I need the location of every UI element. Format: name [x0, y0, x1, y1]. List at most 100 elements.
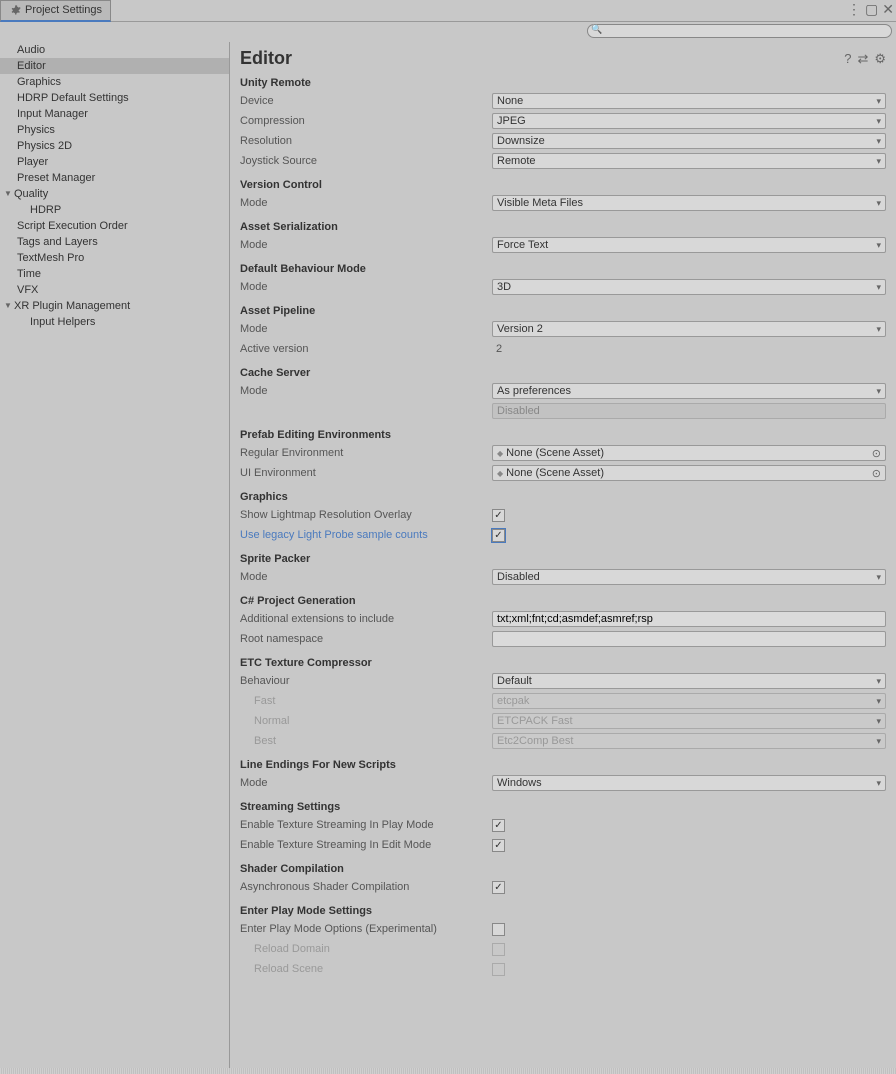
stream-edit-check[interactable]	[492, 839, 505, 852]
pe-regular-label: Regular Environment	[240, 447, 492, 459]
sidebar-item-quality[interactable]: ▼Quality	[0, 186, 229, 202]
help-icon[interactable]: ?	[844, 51, 851, 67]
etc-behaviour-label: Behaviour	[240, 675, 492, 687]
pe-regular-field[interactable]: None (Scene Asset)	[492, 445, 886, 461]
cs-status: Disabled	[492, 403, 886, 419]
db-mode-dropdown[interactable]: 3D	[492, 279, 886, 295]
sp-mode-dropdown[interactable]: Disabled	[492, 569, 886, 585]
pm-scene-label: Reload Scene	[240, 963, 492, 975]
ap-mode-label: Mode	[240, 323, 492, 335]
sidebar: Audio Editor Graphics HDRP Default Setti…	[0, 42, 230, 1074]
section-etc: ETC Texture Compressor	[240, 657, 886, 669]
section-csharp: C# Project Generation	[240, 595, 886, 607]
section-line-endings: Line Endings For New Scripts	[240, 759, 886, 771]
section-asset-serialization: Asset Serialization	[240, 221, 886, 233]
etc-normal-label: Normal	[240, 715, 492, 727]
window-tab[interactable]: Project Settings	[0, 0, 111, 22]
sidebar-item-xr[interactable]: ▼XR Plugin Management	[0, 298, 229, 314]
sidebar-item-vfx[interactable]: VFX	[0, 282, 229, 298]
section-unity-remote: Unity Remote	[240, 77, 886, 89]
cs-ns-input[interactable]	[492, 631, 886, 647]
ap-active-value: 2	[492, 343, 886, 355]
sidebar-item-editor[interactable]: Editor	[0, 58, 229, 74]
section-graphics: Graphics	[240, 491, 886, 503]
sidebar-item-preset-manager[interactable]: Preset Manager	[0, 170, 229, 186]
pe-ui-label: UI Environment	[240, 467, 492, 479]
gfx-lightmap-check[interactable]	[492, 509, 505, 522]
sidebar-item-tags-layers[interactable]: Tags and Layers	[0, 234, 229, 250]
pm-scene-check	[492, 963, 505, 976]
cs-ns-label: Root namespace	[240, 633, 492, 645]
cs-ext-input[interactable]	[492, 611, 886, 627]
etc-behaviour-dropdown[interactable]: Default	[492, 673, 886, 689]
sidebar-item-audio[interactable]: Audio	[0, 42, 229, 58]
sidebar-item-script-exec[interactable]: Script Execution Order	[0, 218, 229, 234]
section-version-control: Version Control	[240, 179, 886, 191]
section-default-behaviour: Default Behaviour Mode	[240, 263, 886, 275]
search-input[interactable]	[587, 24, 892, 38]
sidebar-item-hdrp-default[interactable]: HDRP Default Settings	[0, 90, 229, 106]
compression-dropdown[interactable]: JPEG	[492, 113, 886, 129]
joystick-label: Joystick Source	[240, 155, 492, 167]
pe-ui-field[interactable]: None (Scene Asset)	[492, 465, 886, 481]
as-mode-dropdown[interactable]: Force Text	[492, 237, 886, 253]
cs-mode-label: Mode	[240, 385, 492, 397]
gfx-lightprobe-check[interactable]	[492, 529, 505, 542]
etc-best-dropdown: Etc2Comp Best	[492, 733, 886, 749]
sidebar-item-graphics[interactable]: Graphics	[0, 74, 229, 90]
device-label: Device	[240, 95, 492, 107]
section-shader: Shader Compilation	[240, 863, 886, 875]
gear-icon	[9, 4, 21, 16]
sidebar-item-hdrp[interactable]: HDRP	[0, 202, 229, 218]
le-mode-label: Mode	[240, 777, 492, 789]
resolution-label: Resolution	[240, 135, 492, 147]
ap-active-label: Active version	[240, 343, 492, 355]
cs-ext-label: Additional extensions to include	[240, 613, 492, 625]
cs-mode-dropdown[interactable]: As preferences	[492, 383, 886, 399]
vc-mode-dropdown[interactable]: Visible Meta Files	[492, 195, 886, 211]
sidebar-item-input-manager[interactable]: Input Manager	[0, 106, 229, 122]
pm-options-label: Enter Play Mode Options (Experimental)	[240, 923, 492, 935]
section-cache-server: Cache Server	[240, 367, 886, 379]
resize-handle[interactable]	[0, 1068, 896, 1074]
section-asset-pipeline: Asset Pipeline	[240, 305, 886, 317]
etc-normal-dropdown: ETCPACK Fast	[492, 713, 886, 729]
sidebar-item-player[interactable]: Player	[0, 154, 229, 170]
preset-icon[interactable]: ⇄	[857, 51, 868, 67]
gfx-lightprobe-label: Use legacy Light Probe sample counts	[240, 529, 492, 541]
section-play-mode: Enter Play Mode Settings	[240, 905, 886, 917]
joystick-dropdown[interactable]: Remote	[492, 153, 886, 169]
settings-icon[interactable]: ⚙	[874, 51, 886, 67]
sidebar-item-physics2d[interactable]: Physics 2D	[0, 138, 229, 154]
pm-domain-label: Reload Domain	[240, 943, 492, 955]
chevron-down-icon: ▼	[4, 187, 14, 201]
le-mode-dropdown[interactable]: Windows	[492, 775, 886, 791]
etc-fast-dropdown: etcpak	[492, 693, 886, 709]
content-panel: Editor ? ⇄ ⚙ Unity Remote DeviceNone Com…	[230, 42, 896, 1074]
stream-play-check[interactable]	[492, 819, 505, 832]
page-title: Editor	[240, 48, 844, 69]
window-title: Project Settings	[25, 4, 102, 16]
ap-mode-dropdown[interactable]: Version 2	[492, 321, 886, 337]
section-prefab: Prefab Editing Environments	[240, 429, 886, 441]
sp-mode-label: Mode	[240, 571, 492, 583]
sidebar-item-physics[interactable]: Physics	[0, 122, 229, 138]
pm-options-check[interactable]	[492, 923, 505, 936]
sidebar-item-textmesh[interactable]: TextMesh Pro	[0, 250, 229, 266]
device-dropdown[interactable]: None	[492, 93, 886, 109]
pm-domain-check	[492, 943, 505, 956]
menu-icon[interactable]: ⋮	[847, 2, 861, 16]
as-mode-label: Mode	[240, 239, 492, 251]
maximize-icon[interactable]: ▢	[865, 2, 878, 16]
gfx-lightmap-label: Show Lightmap Resolution Overlay	[240, 509, 492, 521]
sidebar-item-time[interactable]: Time	[0, 266, 229, 282]
close-icon[interactable]: ✕	[882, 2, 894, 16]
section-streaming: Streaming Settings	[240, 801, 886, 813]
resolution-dropdown[interactable]: Downsize	[492, 133, 886, 149]
shader-async-label: Asynchronous Shader Compilation	[240, 881, 492, 893]
sidebar-item-input-helpers[interactable]: Input Helpers	[0, 314, 229, 330]
shader-async-check[interactable]	[492, 881, 505, 894]
search-bar	[0, 22, 896, 42]
chevron-down-icon: ▼	[4, 299, 14, 313]
title-bar: Project Settings ⋮ ▢ ✕	[0, 0, 896, 22]
